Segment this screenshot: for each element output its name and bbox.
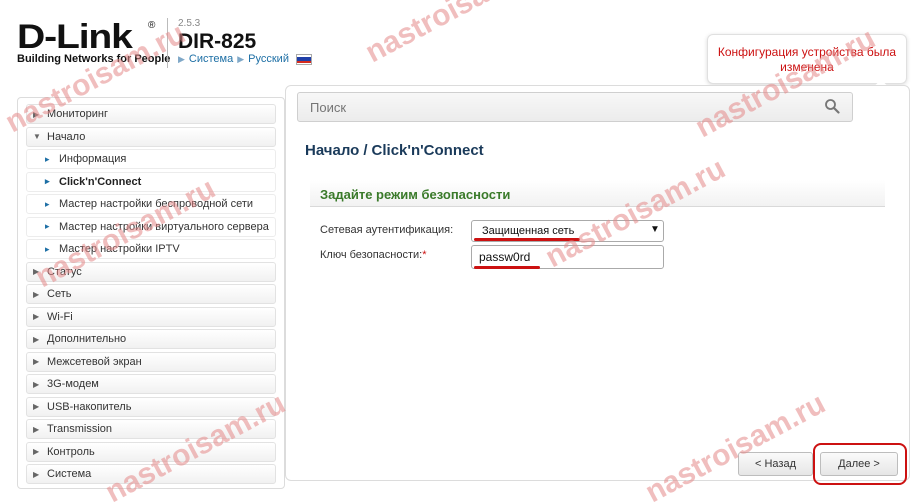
auth-label: Сетевая аутентификация:	[320, 224, 454, 236]
key-label-text: Ключ безопасности:	[320, 249, 423, 261]
breadcrumb-root[interactable]: Начало	[305, 142, 359, 159]
sidebar-item-label: USB-накопитель	[47, 400, 132, 413]
chevron-right-icon: ▸	[45, 153, 50, 164]
sidebar-item[interactable]: ▼ Начало	[26, 126, 276, 147]
chevron-down-icon: ▼	[33, 132, 41, 141]
key-label: Ключ безопасности:*	[320, 249, 427, 261]
sidebar-item-label: Wi-Fi	[47, 310, 73, 323]
sidebar-item[interactable]: ▸ Информация	[26, 149, 276, 169]
sidebar-item-label: Информация	[59, 153, 127, 165]
sidebar-item-label: 3G-модем	[47, 378, 99, 390]
chevron-right-icon: ▶	[33, 357, 40, 366]
sidebar-item-label: Система	[47, 468, 92, 480]
page-title: Начало / Click'n'Connect	[305, 142, 484, 159]
chevron-right-icon: ▸	[45, 198, 50, 209]
sidebar-item-label: Дополнительно	[47, 333, 127, 345]
chevron-right-icon: ▸	[45, 221, 50, 231]
sidebar-item-label: Контроль	[47, 445, 95, 458]
system-menu-link[interactable]: Система	[189, 53, 233, 65]
arrow-right-icon: ▶	[178, 53, 185, 64]
chevron-right-icon: ▶	[33, 447, 40, 456]
search-icon[interactable]	[824, 98, 840, 114]
language-link[interactable]: Русский	[248, 53, 289, 65]
sidebar-item[interactable]: ▶ Межсетевой экран	[26, 351, 276, 372]
header-links: ▶ Система ▶ Русский	[178, 53, 312, 65]
section-title: Задайте режим безопасности	[320, 187, 511, 202]
chevron-right-icon: ▶	[33, 334, 40, 344]
chevron-right-icon: ▶	[33, 402, 40, 411]
chevron-right-icon: ▶	[33, 312, 40, 321]
device-model: DIR-825	[178, 30, 257, 53]
firmware-version: 2.5.3	[178, 18, 201, 29]
annotation-underline	[474, 266, 540, 269]
sidebar-item[interactable]: ▶ Wi-Fi	[26, 306, 276, 327]
next-button-highlight	[813, 443, 907, 485]
chevron-right-icon: ▸	[45, 176, 50, 186]
dropdown-arrow-icon[interactable]: ▼	[650, 224, 660, 235]
sidebar-item-label: Click'n'Connect	[59, 175, 142, 188]
sidebar-item[interactable]: ▶ Дополнительно	[26, 329, 276, 349]
breadcrumb-current: Click'n'Connect	[371, 142, 484, 159]
sidebar-item-label: Межсетевой экран	[47, 355, 142, 368]
sidebar-item[interactable]: ▶ 3G-модем	[26, 374, 276, 394]
breadcrumb-separator: /	[363, 142, 368, 159]
sidebar-item-label: Transmission	[47, 423, 112, 435]
sidebar-item-label: Начало	[47, 130, 86, 143]
chevron-right-icon: ▶	[33, 424, 40, 434]
sidebar-item[interactable]: ▶ Сеть	[26, 284, 276, 304]
russia-flag-icon[interactable]	[295, 53, 312, 65]
arrow-right-icon: ▶	[237, 53, 245, 64]
chevron-right-icon: ▶	[33, 379, 40, 389]
sidebar-item[interactable]: ▸ Click'n'Connect	[26, 171, 276, 192]
chevron-right-icon: ▶	[33, 469, 40, 479]
required-mark: *	[422, 249, 427, 261]
